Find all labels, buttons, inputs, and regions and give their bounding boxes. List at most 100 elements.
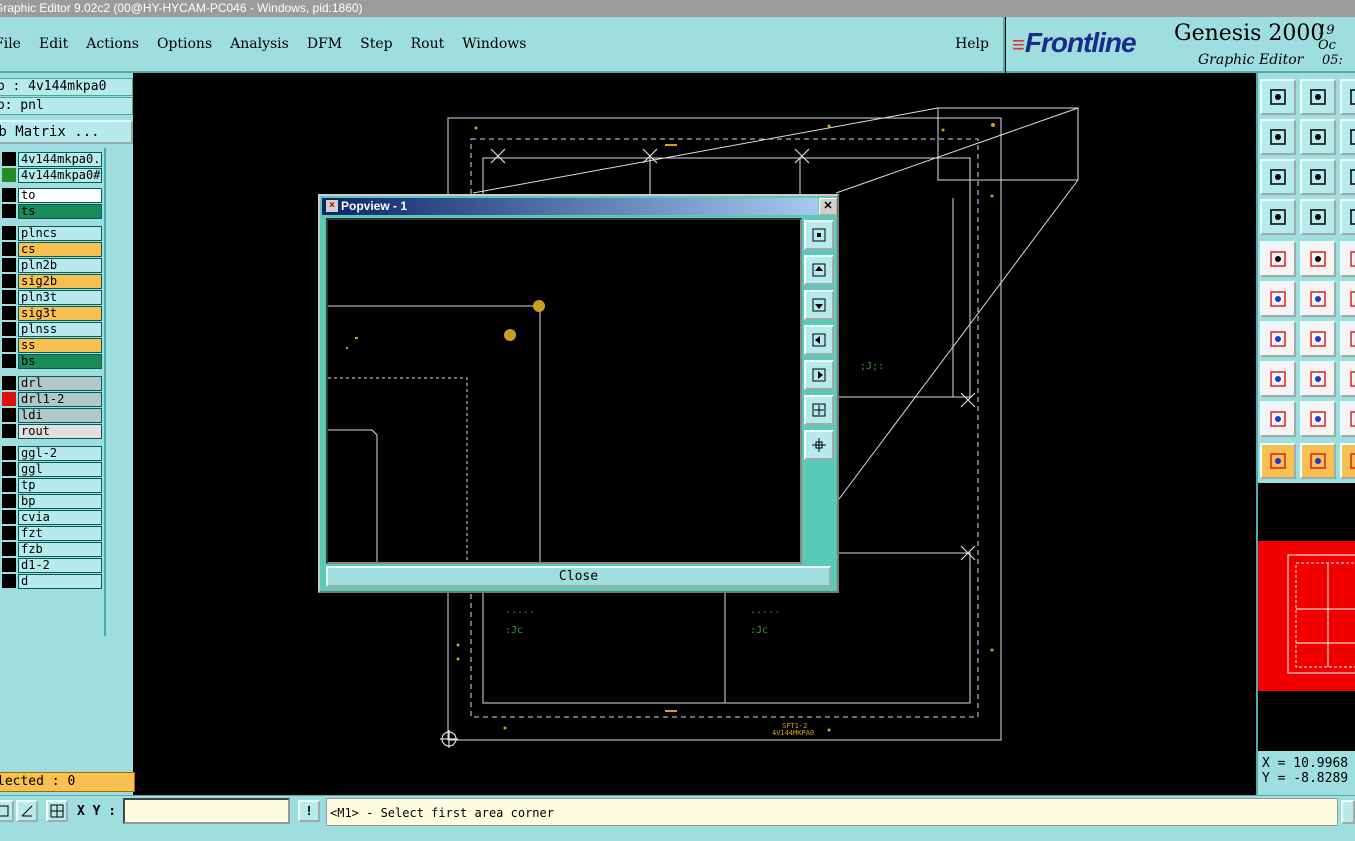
layer-row[interactable]: ss [0,338,104,353]
layer-name[interactable]: bs [18,354,102,369]
close-icon[interactable]: ✕ [819,198,837,215]
layer-name[interactable]: plnss [18,322,102,337]
layer-row[interactable]: 4v144mkpa0# [0,168,104,183]
layer-row[interactable]: ggl-2 [0,446,104,461]
layer-color-swatch[interactable] [2,376,16,390]
layer-row[interactable]: cvia [0,510,104,525]
layer-name[interactable]: ggl [18,462,102,477]
layer-row[interactable]: fzt [0,526,104,541]
layer-row[interactable]: sig2b [0,274,104,289]
menu-item-edit[interactable]: Edit [39,36,68,52]
layer-name[interactable]: ts [18,204,102,219]
layer-row[interactable]: tp [0,478,104,493]
menu-item-step[interactable]: Step [360,36,392,52]
add-pad-icon[interactable] [1260,241,1296,277]
layer-name[interactable]: sig2b [18,274,102,289]
zoom-fit-icon[interactable] [804,220,834,250]
connect-icon[interactable] [1260,281,1296,317]
layer-color-swatch[interactable] [2,274,16,288]
layer-name[interactable]: 4v144mkpa0# [18,168,102,183]
add-line-icon[interactable] [1300,241,1336,277]
measure-icon[interactable] [16,800,38,822]
layer-color-swatch[interactable] [2,354,16,368]
move-left-icon[interactable] [1260,119,1296,155]
tool-8-icon[interactable] [1340,361,1355,397]
menu-item-windows[interactable]: Windows [462,36,526,52]
layer-row[interactable]: plncs [0,226,104,241]
layer-row[interactable]: 4v144mkpa0.j [0,152,104,167]
layer-color-swatch[interactable] [2,542,16,556]
layer-color-swatch[interactable] [2,306,16,320]
layer-row[interactable]: d1-2 [0,558,104,573]
layer-row[interactable]: plnss [0,322,104,337]
job-matrix-button[interactable]: ob Matrix ... [0,120,133,144]
layer-name[interactable]: drl1-2 [18,392,102,407]
triangle-icon[interactable] [1260,401,1296,437]
layer-color-swatch[interactable] [2,558,16,572]
fit-panel-icon[interactable] [1260,159,1296,195]
move-bottom-icon[interactable] [1300,79,1336,115]
tool-5-icon[interactable] [1340,241,1355,277]
layer-color-swatch[interactable] [2,446,16,460]
layer-color-swatch[interactable] [2,242,16,256]
layer-name[interactable]: 4v144mkpa0.j [18,152,102,167]
draw-angle-icon[interactable] [1260,321,1296,357]
menu-item-analysis[interactable]: Analysis [230,36,289,52]
layer-name[interactable]: drl [18,376,102,391]
layer-row[interactable]: d [0,574,104,589]
pan-up-icon[interactable] [804,255,834,285]
layer-name[interactable]: pln3t [18,290,102,305]
layer-color-swatch[interactable] [2,574,16,588]
overview-minimap[interactable] [1258,483,1355,751]
exclamation-button[interactable]: ! [298,800,320,822]
menu-item-actions[interactable]: Actions [86,36,139,52]
move-right-icon[interactable] [1300,119,1336,155]
layer-color-swatch[interactable] [2,494,16,508]
tool-4-icon[interactable] [1340,199,1355,235]
snap-icon[interactable] [0,800,14,822]
layer-row[interactable]: to [0,188,104,203]
layer-name[interactable]: ss [18,338,102,353]
grid-icon[interactable] [46,800,68,822]
layer-name[interactable]: d [18,574,102,589]
segment-icon[interactable] [1300,361,1336,397]
tool-1-icon[interactable] [1340,79,1355,115]
layer-name[interactable]: to [18,188,102,203]
pointer-select-icon[interactable] [1300,443,1336,479]
fit-step-icon[interactable] [1300,159,1336,195]
layer-row[interactable]: drl1-2 [0,392,104,407]
layer-color-swatch[interactable] [2,478,16,492]
layer-name[interactable]: tp [18,478,102,493]
layer-name[interactable]: ldi [18,408,102,423]
prompt-end-button[interactable] [1341,800,1355,824]
layer-color-swatch[interactable] [2,510,16,524]
layer-name[interactable]: d1-2 [18,558,102,573]
tool-3-icon[interactable] [1340,159,1355,195]
close-button[interactable]: Close [326,566,831,587]
zoom-in-icon[interactable] [804,395,834,425]
layer-row[interactable]: fzb [0,542,104,557]
layer-color-swatch[interactable] [2,338,16,352]
measure-tool-icon[interactable] [1260,199,1296,235]
layer-row[interactable]: sig3t [0,306,104,321]
peak-icon[interactable] [1300,401,1336,437]
layer-row[interactable]: cs [0,242,104,257]
layer-row[interactable]: bp [0,494,104,509]
menu-item-options[interactable]: Options [157,36,212,52]
layer-row[interactable]: ldi [0,408,104,423]
layer-color-swatch[interactable] [2,526,16,540]
pan-right-icon[interactable] [804,360,834,390]
tool-10-icon[interactable] [1340,443,1355,479]
select-cross-icon[interactable] [1300,281,1336,317]
layer-name[interactable]: fzb [18,542,102,557]
grid-tool-icon[interactable] [1300,199,1336,235]
layer-color-swatch[interactable] [2,258,16,272]
menu-item-file[interactable]: File [0,36,21,52]
tool-6-icon[interactable] [1340,281,1355,317]
layer-name[interactable]: sig3t [18,306,102,321]
layer-color-swatch[interactable] [2,290,16,304]
tool-2-icon[interactable] [1340,119,1355,155]
layer-color-swatch[interactable] [2,322,16,336]
layer-name[interactable]: cs [18,242,102,257]
snap-point-icon[interactable] [1260,361,1296,397]
